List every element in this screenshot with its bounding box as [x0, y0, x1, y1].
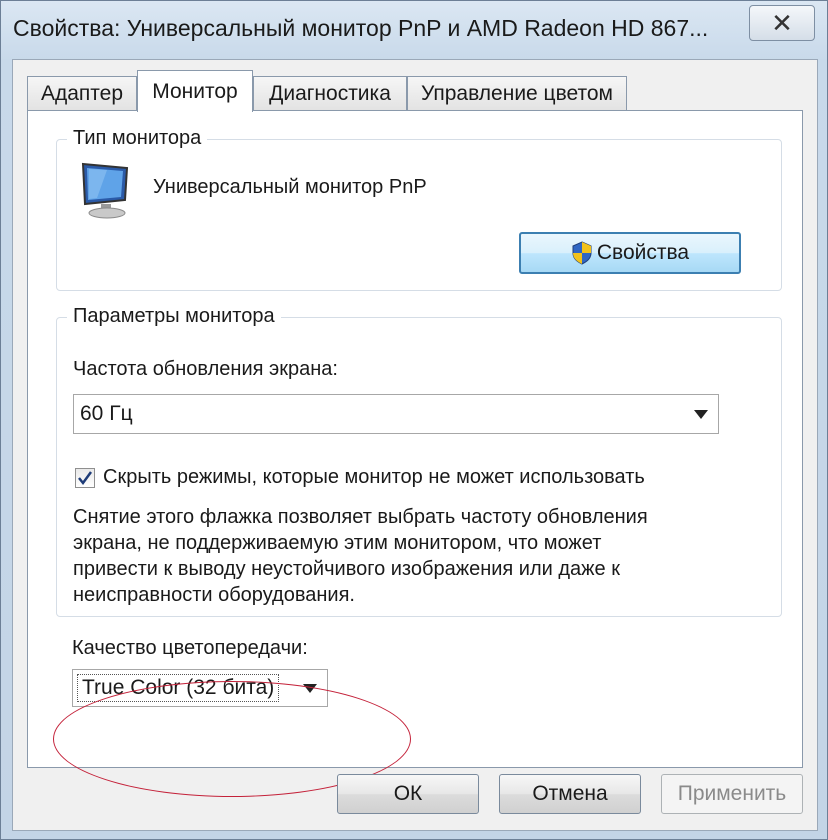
dialog-client: Адаптер Монитор Диагностика Управление ц…: [12, 59, 818, 831]
tab-label: Адаптер: [40, 81, 124, 105]
ok-button[interactable]: ОК: [337, 774, 479, 814]
hide-modes-description: Снятие этого флажка позволяет выбрать ча…: [73, 504, 648, 608]
tab-label: Управление цветом: [420, 81, 613, 105]
refresh-rate-select[interactable]: 60 Гц: [73, 394, 719, 434]
tab-color-management[interactable]: Управление цветом: [407, 76, 627, 110]
monitor-icon: [77, 160, 137, 220]
close-button[interactable]: ✕: [749, 5, 815, 41]
tab-label: Монитор: [152, 79, 238, 103]
tab-monitor[interactable]: Монитор: [137, 70, 253, 112]
refresh-rate-label: Частота обновления экрана:: [73, 358, 338, 380]
group-title: Тип монитора: [67, 127, 208, 150]
monitor-name: Универсальный монитор PnP: [153, 176, 427, 198]
description-line: неисправности оборудования.: [73, 584, 355, 606]
apply-button[interactable]: Применить: [661, 774, 803, 814]
properties-button-label: Свойства: [596, 241, 690, 264]
tab-adapter[interactable]: Адаптер: [27, 76, 137, 110]
description-line: привести к выводу неустойчивого изображе…: [73, 558, 620, 580]
monitor-type-group: Тип монитора Универсальный монитор PnP С…: [56, 127, 782, 291]
monitor-params-group: Параметры монитора Частота обновления эк…: [56, 305, 782, 617]
window-title: Свойства: Универсальный монитор PnP и AM…: [13, 15, 709, 41]
description-line: Снятие этого флажка позволяет выбрать ча…: [73, 506, 648, 528]
hide-modes-checkbox[interactable]: [75, 468, 95, 488]
cancel-button[interactable]: Отмена: [499, 774, 641, 814]
tab-label: Диагностика: [269, 81, 391, 105]
description-line: экрана, не поддерживаемую этим монитором…: [73, 532, 602, 554]
group-title: Параметры монитора: [67, 305, 281, 328]
checkmark-icon: [78, 471, 93, 486]
chevron-down-icon: [694, 409, 708, 419]
properties-window: Свойства: Универсальный монитор PnP и AM…: [0, 0, 828, 840]
close-icon: ✕: [771, 7, 793, 38]
hide-modes-label[interactable]: Скрыть режимы, которые монитор не может …: [103, 466, 645, 489]
uac-shield-icon: [571, 241, 593, 265]
cancel-button-label: Отмена: [532, 782, 608, 805]
tab-diagnostics[interactable]: Диагностика: [253, 76, 407, 110]
color-quality-label: Качество цветопередачи:: [72, 637, 308, 659]
title-bar[interactable]: Свойства: Универсальный монитор PnP и AM…: [1, 1, 827, 51]
ok-button-label: ОК: [393, 782, 423, 805]
monitor-properties-button[interactable]: Свойства: [519, 232, 741, 274]
apply-button-label: Применить: [677, 782, 787, 805]
refresh-rate-value: 60 Гц: [80, 402, 133, 425]
monitor-tab-panel: Тип монитора Универсальный монитор PnP С…: [27, 110, 803, 797]
